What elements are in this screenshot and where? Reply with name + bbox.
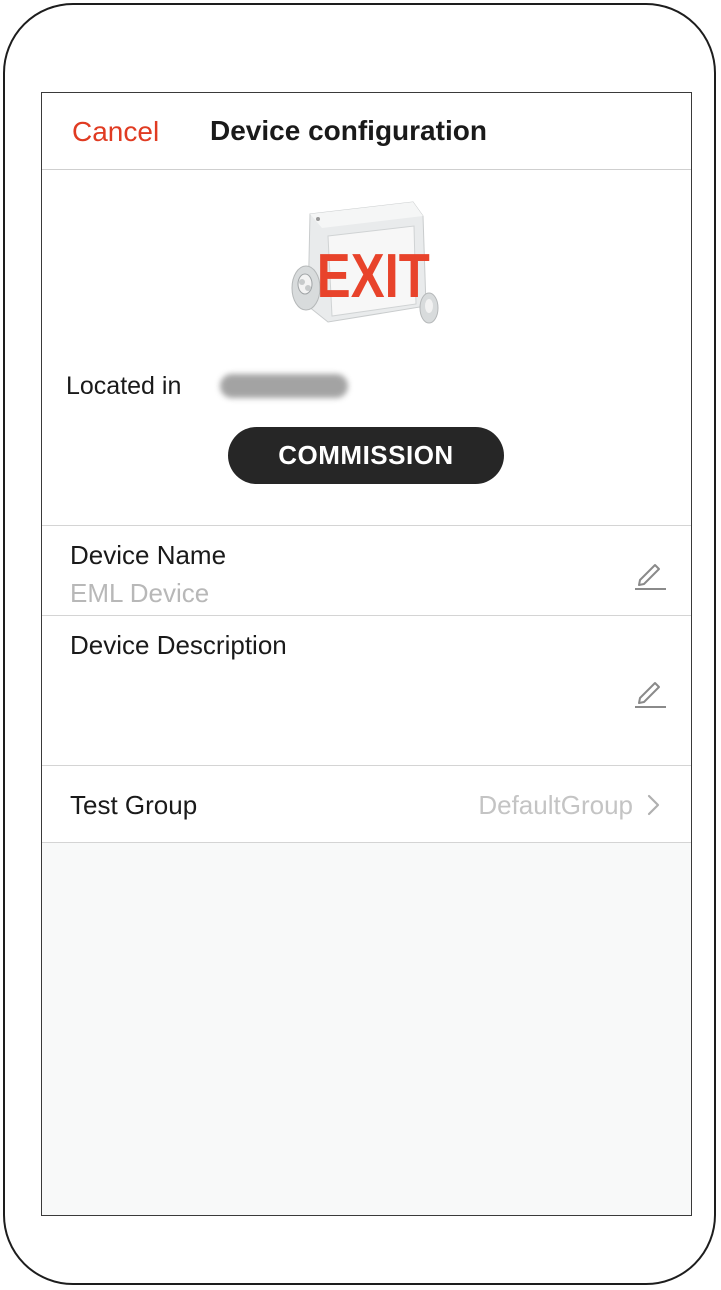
- device-description-label: Device Description: [70, 630, 287, 660]
- device-header: EXIT Located in COMMISSION: [42, 170, 691, 526]
- app-screen: Cancel Device configuration EXIT Located…: [41, 92, 692, 1216]
- cancel-button[interactable]: Cancel: [72, 116, 159, 148]
- test-group-label: Test Group: [70, 790, 198, 820]
- phone-frame: Cancel Device configuration EXIT Located…: [3, 3, 716, 1285]
- located-in-label: Located in: [66, 372, 182, 400]
- location-value-redacted: [220, 374, 348, 398]
- test-group-row[interactable]: Test Group DefaultGroup: [42, 766, 691, 843]
- page-title: Device configuration: [210, 115, 487, 146]
- exit-sign-text: EXIT: [317, 242, 430, 311]
- device-name-label: Device Name: [70, 540, 227, 570]
- device-name-row[interactable]: Device Name EML Device: [42, 526, 691, 616]
- device-description-row[interactable]: Device Description: [42, 616, 691, 766]
- device-name-value: EML Device: [70, 578, 210, 608]
- chevron-right-icon: [647, 794, 660, 816]
- commission-button[interactable]: COMMISSION: [228, 427, 504, 484]
- exit-sign-image: EXIT: [291, 201, 439, 324]
- edit-description-icon[interactable]: [633, 674, 667, 708]
- edit-name-icon[interactable]: [633, 556, 667, 590]
- test-group-value: DefaultGroup: [478, 790, 633, 820]
- nav-bar: Cancel Device configuration: [42, 93, 691, 170]
